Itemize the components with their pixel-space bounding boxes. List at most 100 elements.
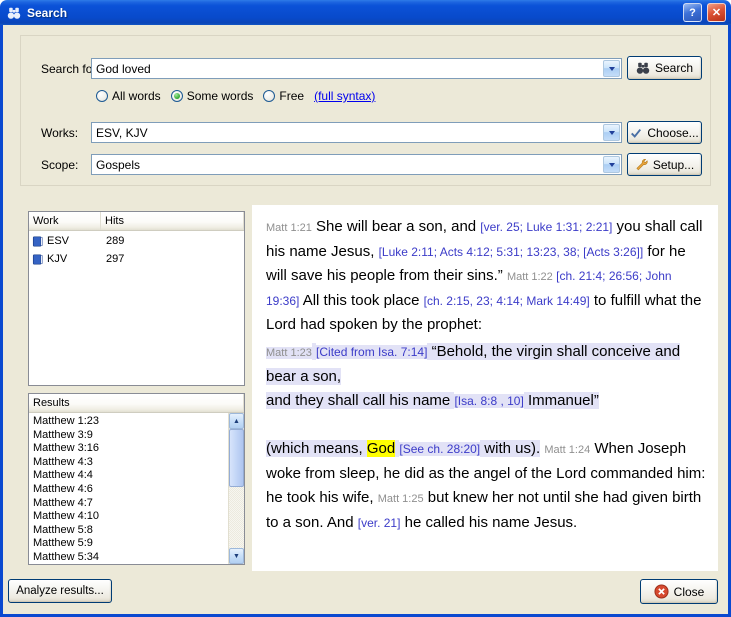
radio-button-icon[interactable] xyxy=(96,90,108,102)
column-header-hits[interactable]: Hits xyxy=(101,212,244,230)
close-button[interactable]: Close xyxy=(640,579,718,604)
radio-button-icon[interactable] xyxy=(263,90,275,102)
close-icon xyxy=(654,584,669,599)
search-button[interactable]: Search xyxy=(627,56,702,80)
scope-combobox[interactable]: Gospels xyxy=(91,154,622,175)
binoculars-icon xyxy=(636,61,650,75)
cross-reference-link[interactable]: [See ch. 28:20] xyxy=(399,442,480,456)
verse-text: Immanuel” xyxy=(524,392,599,409)
preview-paragraph: (which means, God [See ch. 28:20] with u… xyxy=(266,437,708,535)
cross-reference-link[interactable]: [Cited from Isa. 7:14] xyxy=(316,345,427,359)
scrollbar-thumb[interactable] xyxy=(229,429,244,487)
radio-label: All words xyxy=(112,89,161,103)
book-icon xyxy=(32,235,44,248)
radio-all-words[interactable]: All words xyxy=(96,89,161,103)
verse-text: All this took place xyxy=(299,292,423,309)
result-item[interactable]: Matthew 4:7 xyxy=(29,497,228,511)
results-column-header[interactable]: Results xyxy=(29,394,244,412)
works-value: ESV, KJV xyxy=(92,126,603,140)
wrench-icon xyxy=(635,158,648,171)
result-item[interactable]: Matthew 1:23 xyxy=(29,415,228,429)
search-for-combobox[interactable]: God loved xyxy=(91,58,622,79)
hit-count: 289 xyxy=(101,235,244,247)
verse-text: he called his name Jesus. xyxy=(400,514,577,531)
scope-value: Gospels xyxy=(92,158,603,172)
book-icon xyxy=(32,253,44,266)
hits-table-header: Work Hits xyxy=(29,212,244,231)
cross-reference-link[interactable]: [ver. 21] xyxy=(358,516,401,530)
verse-ref-caption: Matt 1:21 xyxy=(266,222,312,234)
result-item[interactable]: Matthew 4:10 xyxy=(29,510,228,524)
search-dialog: Search ? ✕ Search for: God loved Search … xyxy=(0,0,731,617)
search-term-highlight: God xyxy=(367,440,395,457)
result-item[interactable]: Matthew 4:4 xyxy=(29,469,228,483)
full-syntax-link[interactable]: (full syntax) xyxy=(314,89,375,103)
verse-text: She will bear a son, and xyxy=(312,218,480,235)
analyze-results-label: Analyze results... xyxy=(16,585,104,597)
result-item[interactable]: Matthew 4:3 xyxy=(29,456,228,470)
radio-free[interactable]: Free xyxy=(263,89,304,103)
result-item[interactable]: Matthew 5:9 xyxy=(29,537,228,551)
verse-ref-caption: Matt 1:23 xyxy=(266,347,312,359)
chevron-down-icon xyxy=(609,67,615,71)
results-scrollbar[interactable]: ▲ ▼ xyxy=(228,413,244,564)
results-header-row: Results xyxy=(29,394,244,413)
dialog-body: Search for: God loved Search All wordsSo… xyxy=(0,25,731,617)
result-item[interactable]: Matthew 5:8 xyxy=(29,524,228,538)
choose-button-label: Choose... xyxy=(647,126,698,140)
radio-label: Free xyxy=(279,89,304,103)
search-button-label: Search xyxy=(655,61,693,75)
chevron-down-icon xyxy=(609,163,615,167)
radio-label: Some words xyxy=(187,89,254,103)
dropdown-button[interactable] xyxy=(603,124,620,141)
column-header-work[interactable]: Work xyxy=(29,212,101,230)
setup-button-label: Setup... xyxy=(653,158,694,172)
analyze-results-button[interactable]: Analyze results... xyxy=(8,579,112,603)
result-item[interactable]: Matthew 3:9 xyxy=(29,429,228,443)
work-name: ESV xyxy=(47,235,69,247)
verse-text: (which means, xyxy=(266,440,367,457)
work-name: KJV xyxy=(47,253,67,265)
chevron-down-icon xyxy=(609,131,615,135)
cross-reference-link[interactable]: [ver. 25; Luke 1:31; 2:21] xyxy=(480,220,612,234)
checkmark-icon xyxy=(630,127,642,139)
choose-works-button[interactable]: Choose... xyxy=(627,121,702,144)
work-row[interactable]: KJV 297 xyxy=(29,251,244,267)
titlebar-close-button[interactable]: ✕ xyxy=(707,3,726,22)
scroll-up-button[interactable]: ▲ xyxy=(229,413,244,429)
works-label: Works: xyxy=(41,126,78,140)
dropdown-button[interactable] xyxy=(603,60,620,77)
results-body: Matthew 1:23Matthew 3:9Matthew 3:16Matth… xyxy=(29,413,244,564)
scrollbar-track[interactable] xyxy=(229,429,244,548)
search-for-value: God loved xyxy=(92,62,603,76)
preview-paragraph: Matt 1:23 [Cited from Isa. 7:14] “Behold… xyxy=(266,340,708,413)
cross-reference-link[interactable]: [ch. 2:15, 23; 4:14; Mark 14:49] xyxy=(424,294,590,308)
help-button[interactable]: ? xyxy=(683,3,702,22)
hit-count: 297 xyxy=(101,253,244,265)
verse-ref-caption: Matt 1:22 xyxy=(507,271,553,283)
result-item[interactable]: Matthew 5:34 xyxy=(29,551,228,564)
titlebar[interactable]: Search ? ✕ xyxy=(0,0,731,25)
verse-preview-pane: Matt 1:21 She will bear a son, and [ver.… xyxy=(252,205,718,571)
verse-ref-caption: Matt 1:24 xyxy=(544,444,590,456)
scroll-down-button[interactable]: ▼ xyxy=(229,548,244,564)
works-combobox[interactable]: ESV, KJV xyxy=(91,122,622,143)
work-row[interactable]: ESV 289 xyxy=(29,233,244,249)
verse-text: and they shall call his name xyxy=(266,392,454,409)
verse-ref-caption: Matt 1:25 xyxy=(378,493,424,505)
result-item[interactable]: Matthew 3:16 xyxy=(29,442,228,456)
results-panel: Results Matthew 1:23Matthew 3:9Matthew 3… xyxy=(28,393,245,565)
setup-scope-button[interactable]: Setup... xyxy=(627,153,702,176)
scope-label: Scope: xyxy=(41,158,78,172)
cross-reference-link[interactable]: [Luke 2:11; Acts 4:12; 5:31; 13:23, 38; … xyxy=(379,245,644,259)
search-options-group: Search for: God loved Search All wordsSo… xyxy=(20,35,711,186)
verse-text: with us). xyxy=(480,440,540,457)
dropdown-button[interactable] xyxy=(603,156,620,173)
preview-paragraph: Matt 1:21 She will bear a son, and [ver.… xyxy=(266,215,708,337)
hits-table-body: ESV 289 KJV 297 xyxy=(29,233,244,267)
cross-reference-link[interactable]: [Isa. 8:8 , 10] xyxy=(454,394,523,408)
radio-some-words[interactable]: Some words xyxy=(171,89,254,103)
radio-button-icon[interactable] xyxy=(171,90,183,102)
window-title: Search xyxy=(27,6,678,20)
result-item[interactable]: Matthew 4:6 xyxy=(29,483,228,497)
